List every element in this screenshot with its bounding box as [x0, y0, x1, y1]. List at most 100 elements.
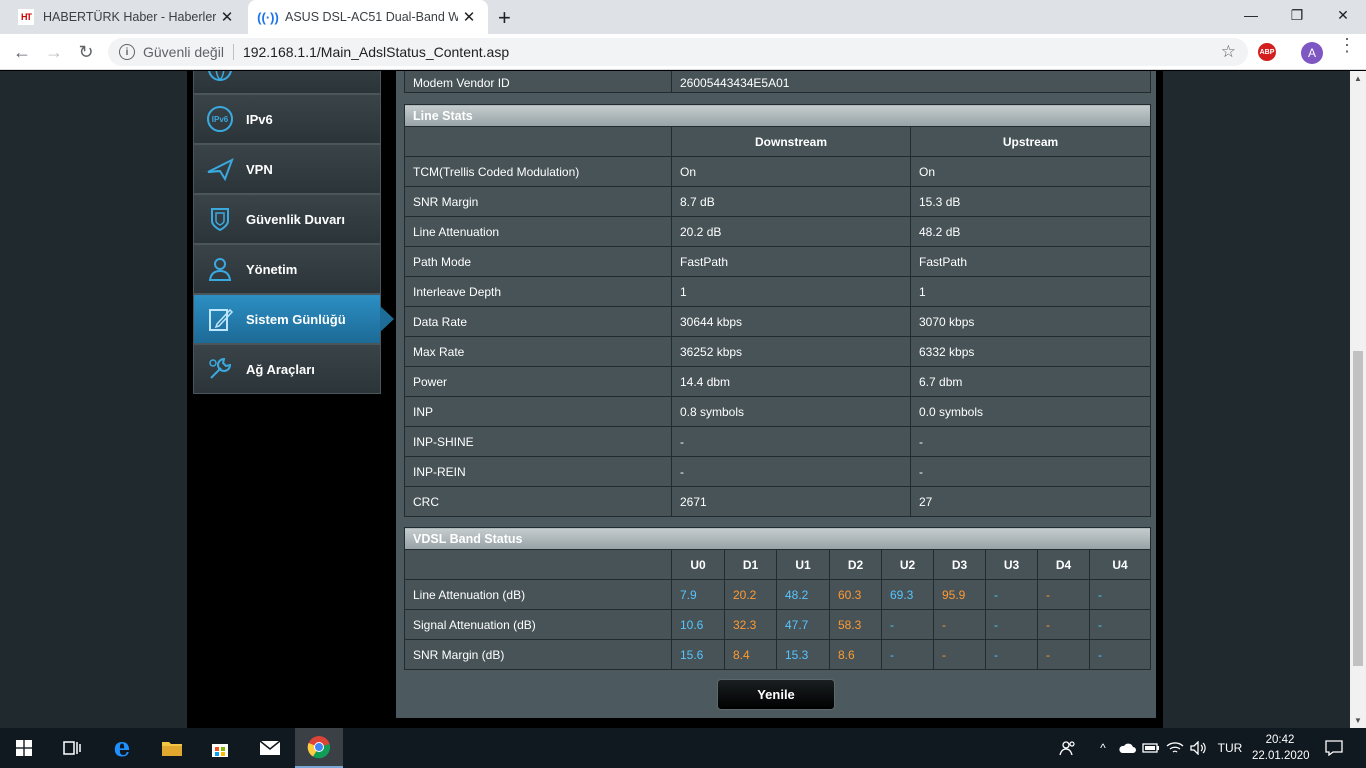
- windows-start-icon[interactable]: [0, 728, 48, 768]
- sidebar-item-network-tools[interactable]: Ağ Araçları: [193, 344, 381, 394]
- table-header-row: U0 D1 U1 D2 U2 D3 U3 D4 U4: [404, 549, 1152, 580]
- upstream-value: 48.2 dB: [909, 216, 1152, 247]
- table-row: SNR Margin 8.7 dB 15.3 dB: [404, 186, 1152, 217]
- sidebar-item-system-log[interactable]: Sistem Günlüğü: [193, 294, 394, 344]
- downstream-value: 20.2 dB: [671, 216, 911, 247]
- restore-button[interactable]: ❐: [1274, 0, 1320, 30]
- firewall-shield-icon: [204, 203, 236, 235]
- band-value: -: [1088, 579, 1152, 610]
- onedrive-cloud-icon[interactable]: [1116, 728, 1138, 768]
- band-value: -: [881, 609, 934, 640]
- chevron-up-icon[interactable]: ^: [1094, 728, 1112, 768]
- stat-label: Data Rate: [404, 306, 672, 337]
- reload-icon[interactable]: ↻: [74, 40, 98, 64]
- close-tab-icon[interactable]: ✕: [458, 8, 480, 26]
- chrome-icon[interactable]: [295, 728, 343, 768]
- scroll-down-arrow-icon[interactable]: ▼: [1354, 716, 1362, 725]
- vdsl-title: VDSL Band Status: [403, 527, 1152, 550]
- band-column-header: U1: [776, 549, 830, 580]
- table-row: Line Attenuation 20.2 dB 48.2 dB: [404, 216, 1152, 247]
- band-value: -: [881, 639, 934, 670]
- band-value: -: [1037, 639, 1090, 670]
- band-value: 60.3: [829, 579, 882, 610]
- table-row: INP 0.8 symbols 0.0 symbols: [404, 396, 1152, 427]
- new-tab-button[interactable]: +: [498, 5, 511, 31]
- sidebar-item-firewall[interactable]: Güvenlik Duvarı: [193, 194, 381, 244]
- band-column-header: D4: [1037, 549, 1090, 580]
- band-value: -: [985, 609, 1038, 640]
- stat-label: Max Rate: [404, 336, 672, 367]
- address-bar[interactable]: i Güvenli değil 192.168.1.1/Main_AdslSta…: [108, 38, 1248, 66]
- info-icon[interactable]: i: [119, 44, 135, 60]
- network-tools-icon: [204, 353, 236, 385]
- task-view-icon[interactable]: [48, 728, 96, 768]
- line-stats-body: TCM(Trellis Coded Modulation) On On SNR Mar…: [404, 156, 1152, 517]
- back-arrow-icon[interactable]: ←: [10, 40, 34, 64]
- stat-label: Path Mode: [404, 246, 672, 277]
- system-log-icon: [204, 303, 236, 335]
- bookmark-star-icon[interactable]: ☆: [1221, 42, 1236, 62]
- sidebar-item-label: VPN: [246, 161, 273, 177]
- wifi-icon[interactable]: [1164, 728, 1186, 768]
- band-value: 32.3: [724, 609, 777, 640]
- sidebar-item-ipv6[interactable]: IPv6 IPv6: [193, 94, 381, 144]
- tab-asus-router[interactable]: ((·)) ASUS DSL-AC51 Dual-Band Wire ✕: [248, 0, 488, 34]
- stat-label: Interleave Depth: [404, 276, 672, 307]
- security-status[interactable]: Güvenli değil: [143, 44, 224, 60]
- people-icon[interactable]: [1056, 728, 1080, 768]
- line-stats-table: Line Stats Downstream Upstream TCM(Trell…: [403, 104, 1152, 517]
- band-value: -: [1037, 609, 1090, 640]
- line-stats-title: Line Stats: [403, 104, 1152, 127]
- adblock-extension-icon[interactable]: ABP: [1258, 43, 1276, 61]
- sidebar-item-label: Yönetim: [246, 261, 298, 277]
- refresh-button[interactable]: Yenile: [717, 679, 835, 710]
- band-row-label: Signal Attenuation (dB): [404, 609, 672, 640]
- upstream-value: -: [909, 456, 1152, 487]
- url-text[interactable]: 192.168.1.1/Main_AdslStatus_Content.asp: [243, 44, 509, 60]
- close-window-button[interactable]: ✕: [1320, 0, 1366, 30]
- language-indicator[interactable]: TUR: [1214, 728, 1246, 768]
- sidebar-item-vpn[interactable]: VPN: [193, 144, 381, 194]
- wireless-favicon-icon: ((·)): [257, 9, 279, 25]
- modem-vendor-label: Modem Vendor ID: [404, 71, 672, 93]
- tab-haberturk[interactable]: HT HABERTÜRK Haber - Haberler, sc ✕: [8, 0, 246, 34]
- store-icon[interactable]: [196, 728, 244, 768]
- volume-icon[interactable]: [1188, 728, 1210, 768]
- band-row-label: SNR Margin (dB): [404, 639, 672, 670]
- notifications-icon[interactable]: [1318, 728, 1350, 768]
- page-viewport: IPv6 IPv6 VPN Güvenlik Duvarı Yönetim Si…: [0, 71, 1350, 728]
- profile-avatar[interactable]: A: [1301, 42, 1323, 64]
- stat-label: Power: [404, 366, 672, 397]
- sidebar-item-administration[interactable]: Yönetim: [193, 244, 381, 294]
- upstream-value: 27: [909, 486, 1152, 517]
- minimize-button[interactable]: —: [1228, 0, 1274, 30]
- sidebar-item-wan[interactable]: [193, 71, 381, 94]
- band-value: 47.7: [776, 609, 830, 640]
- band-value: 15.6: [671, 639, 725, 670]
- upstream-column-header: Upstream: [909, 126, 1152, 157]
- vdsl-band-table: VDSL Band Status U0 D1 U1 D2 U2 D3 U3 D4 U4 Line…: [403, 527, 1152, 670]
- battery-icon[interactable]: [1140, 728, 1162, 768]
- clock[interactable]: 20:42 22.01.2020: [1252, 732, 1310, 764]
- edge-browser-icon[interactable]: e: [98, 728, 146, 768]
- band-column-header: D2: [829, 549, 882, 580]
- table-row: Modem Vendor ID 26005443434E5A01: [404, 71, 1151, 93]
- browser-menu-icon[interactable]: ⋮: [1337, 36, 1357, 54]
- mail-icon[interactable]: [246, 728, 294, 768]
- band-value: -: [1088, 639, 1152, 670]
- browser-toolbar: ← → ↻ i Güvenli değil 192.168.1.1/Main_A…: [0, 34, 1366, 70]
- page-scrollbar[interactable]: ▲ ▼: [1350, 71, 1366, 728]
- browser-tab-strip: HT HABERTÜRK Haber - Haberler, sc ✕ ((·)…: [0, 0, 1366, 34]
- band-column-header: U3: [985, 549, 1038, 580]
- scrollbar-thumb[interactable]: [1353, 351, 1363, 666]
- scroll-up-arrow-icon[interactable]: ▲: [1354, 74, 1362, 83]
- file-explorer-icon[interactable]: [148, 728, 196, 768]
- section-header: VDSL Band Status: [403, 527, 1152, 550]
- forward-arrow-icon[interactable]: →: [42, 40, 66, 64]
- windows-taskbar: e ^ TUR 20:42 22.01.2020: [0, 728, 1366, 768]
- close-tab-icon[interactable]: ✕: [216, 8, 238, 26]
- table-row: Line Attenuation (dB) 7.9 20.2 48.2 60.3 69.3…: [404, 579, 1152, 610]
- band-value: 20.2: [724, 579, 777, 610]
- sidebar-item-label: Ağ Araçları: [246, 361, 315, 377]
- admin-user-icon: [204, 253, 236, 285]
